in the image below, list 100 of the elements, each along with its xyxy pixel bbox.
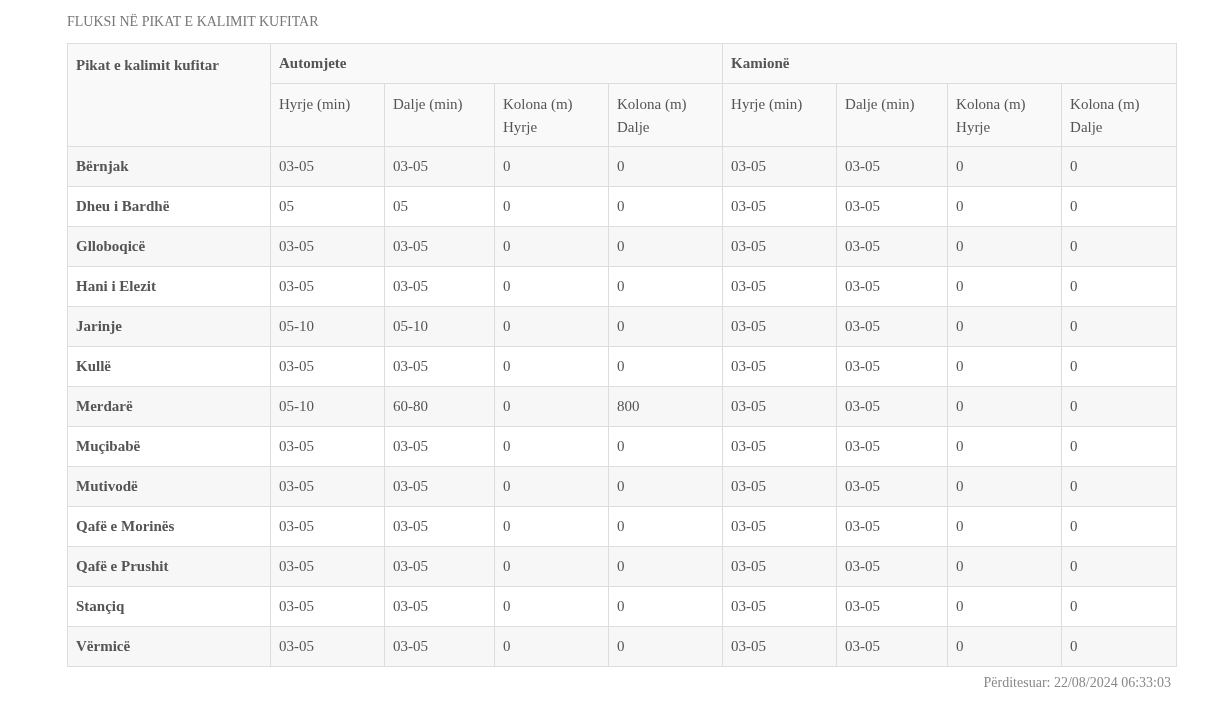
header-cell: Hyrje (min) [722, 83, 837, 147]
table-cell: 03-05 [384, 506, 495, 547]
table-cell: 03-05 [836, 386, 948, 427]
table-cell: 03-05 [722, 546, 837, 587]
table-cell: Merdarë [67, 386, 271, 427]
table-cell: 0 [947, 346, 1062, 387]
table-cell: 0 [608, 266, 723, 307]
table-cell: 0 [494, 306, 609, 347]
table-cell: 03-05 [722, 186, 837, 227]
table-cell: 0 [608, 346, 723, 387]
table-cell: 03-05 [384, 626, 495, 667]
table-cell: 03-05 [270, 346, 385, 387]
table-cell: 03-05 [384, 466, 495, 507]
table-cell: 03-05 [722, 266, 837, 307]
table-cell: 03-05 [836, 226, 948, 267]
table-cell: 03-05 [384, 586, 495, 627]
table-cell: 03-05 [722, 306, 837, 347]
table-cell: 03-05 [836, 426, 948, 467]
header-cell: Dalje (min) [836, 83, 948, 147]
table-cell: 0 [494, 426, 609, 467]
table-cell: 03-05 [270, 586, 385, 627]
table-cell: 0 [494, 626, 609, 667]
table-cell: 05-10 [270, 386, 385, 427]
table-cell: 0 [494, 586, 609, 627]
table-cell: 0 [947, 386, 1062, 427]
header-cell: Dalje (min) [384, 83, 495, 147]
table-cell: 0 [608, 466, 723, 507]
table-cell: 03-05 [836, 466, 948, 507]
table-cell: 03-05 [722, 386, 837, 427]
table-cell: 03-05 [384, 266, 495, 307]
table-cell: 03-05 [270, 546, 385, 587]
table-cell: 0 [494, 266, 609, 307]
table-cell: 0 [1061, 626, 1177, 667]
table-cell: 0 [494, 186, 609, 227]
table-cell: 03-05 [270, 266, 385, 307]
table-cell: 05-10 [270, 306, 385, 347]
table-cell: 0 [1061, 346, 1177, 387]
table-cell: 05-10 [384, 306, 495, 347]
table-cell: 03-05 [722, 146, 837, 187]
table-cell: 03-05 [722, 586, 837, 627]
table-cell: Hani i Elezit [67, 266, 271, 307]
table-cell: 0 [494, 146, 609, 187]
table-cell: 0 [947, 506, 1062, 547]
table-cell: 800 [608, 386, 723, 427]
table-cell: 0 [494, 386, 609, 427]
table-cell: 03-05 [270, 466, 385, 507]
table-cell: 0 [947, 306, 1062, 347]
table-cell: Vërmicë [67, 626, 271, 667]
header-cell: Pikat e kalimit kufitar [67, 43, 271, 147]
table-cell: 0 [608, 426, 723, 467]
table-title: FLUKSI NË PIKAT E KALIMIT KUFITAR [67, 13, 319, 31]
table-cell: 0 [947, 146, 1062, 187]
table-cell: 0 [608, 586, 723, 627]
table-cell: 03-05 [836, 146, 948, 187]
table-cell: Bërnjak [67, 146, 271, 187]
table-cell: Qafë e Morinës [67, 506, 271, 547]
table-cell: 03-05 [836, 266, 948, 307]
table-cell: 03-05 [836, 186, 948, 227]
table-cell: 0 [1061, 306, 1177, 347]
header-cell: Kolona (m) Hyrje [947, 83, 1062, 147]
table-cell: 0 [1061, 586, 1177, 627]
table-cell: 0 [608, 186, 723, 227]
table-cell: 0 [947, 586, 1062, 627]
table-cell: 05 [384, 186, 495, 227]
table-cell: 03-05 [722, 346, 837, 387]
table-cell: 03-05 [836, 626, 948, 667]
table-cell: 0 [947, 626, 1062, 667]
table-cell: 0 [947, 466, 1062, 507]
table-cell: 0 [1061, 426, 1177, 467]
table-cell: 0 [608, 146, 723, 187]
table-cell: 0 [947, 186, 1062, 227]
table-cell: 0 [1061, 266, 1177, 307]
table-cell: 03-05 [836, 506, 948, 547]
header-cell: Hyrje (min) [270, 83, 385, 147]
table-cell: 03-05 [836, 306, 948, 347]
table-cell: 03-05 [384, 426, 495, 467]
header-cell: Kolona (m) Dalje [1061, 83, 1177, 147]
group-header-cell: Automjete [270, 43, 723, 84]
table-cell: 03-05 [384, 146, 495, 187]
table-cell: 03-05 [836, 346, 948, 387]
table-cell: 0 [494, 346, 609, 387]
table-cell: Jarinje [67, 306, 271, 347]
table-cell: 0 [1061, 546, 1177, 587]
header-cell: Kolona (m) Hyrje [494, 83, 609, 147]
table-cell: 03-05 [722, 226, 837, 267]
table-cell: 0 [608, 506, 723, 547]
table-cell: 03-05 [270, 226, 385, 267]
table-cell: 05 [270, 186, 385, 227]
table-cell: 0 [1061, 466, 1177, 507]
table-cell: 0 [494, 546, 609, 587]
table-cell: 03-05 [836, 546, 948, 587]
table-cell: Muçibabë [67, 426, 271, 467]
table-cell: 0 [1061, 226, 1177, 267]
header-cell: Kolona (m) Dalje [608, 83, 723, 147]
table-cell: 03-05 [270, 506, 385, 547]
table-cell: Kullë [67, 346, 271, 387]
table-cell: 0 [494, 506, 609, 547]
table-cell: 03-05 [722, 626, 837, 667]
table-cell: 0 [947, 426, 1062, 467]
table-cell: 0 [494, 226, 609, 267]
